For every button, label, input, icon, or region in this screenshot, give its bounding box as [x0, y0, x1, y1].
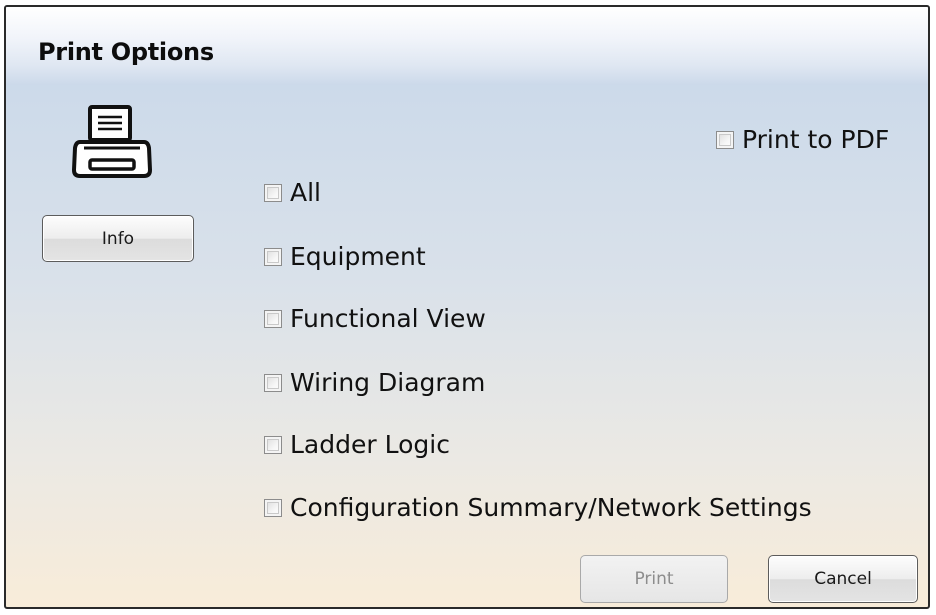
option-all-checkbox[interactable]: All	[264, 178, 321, 207]
checkbox-box[interactable]	[264, 309, 282, 328]
print-button[interactable]: Print	[580, 555, 728, 603]
checkbox-box[interactable]	[264, 373, 282, 392]
checkbox-box[interactable]	[264, 247, 282, 266]
option-configuration-summary-label: Configuration Summary/Network Settings	[290, 493, 812, 522]
option-ladder-logic-checkbox[interactable]: Ladder Logic	[264, 430, 450, 459]
option-all-label: All	[290, 178, 321, 207]
option-configuration-summary-checkbox[interactable]: Configuration Summary/Network Settings	[264, 493, 812, 522]
print-options-dialog: Print Options Info Print to PDF All Equi…	[4, 5, 930, 609]
option-functional-view-label: Functional View	[290, 304, 486, 333]
cancel-button[interactable]: Cancel	[768, 555, 918, 603]
dialog-titlebar: Print Options	[6, 7, 928, 85]
option-equipment-label: Equipment	[290, 242, 426, 271]
option-wiring-diagram-checkbox[interactable]: Wiring Diagram	[264, 368, 485, 397]
print-to-pdf-label: Print to PDF	[742, 125, 890, 154]
print-to-pdf-checkbox[interactable]: Print to PDF	[716, 125, 889, 154]
checkbox-box[interactable]	[264, 435, 282, 454]
dialog-title: Print Options	[38, 38, 214, 66]
option-ladder-logic-label: Ladder Logic	[290, 430, 450, 459]
option-equipment-checkbox[interactable]: Equipment	[264, 242, 426, 271]
option-wiring-diagram-label: Wiring Diagram	[290, 368, 486, 397]
checkbox-box[interactable]	[264, 498, 282, 517]
info-button[interactable]: Info	[42, 215, 194, 262]
checkbox-box[interactable]	[716, 130, 734, 149]
printer-icon	[70, 104, 154, 184]
option-functional-view-checkbox[interactable]: Functional View	[264, 304, 486, 333]
checkbox-box[interactable]	[264, 183, 282, 202]
